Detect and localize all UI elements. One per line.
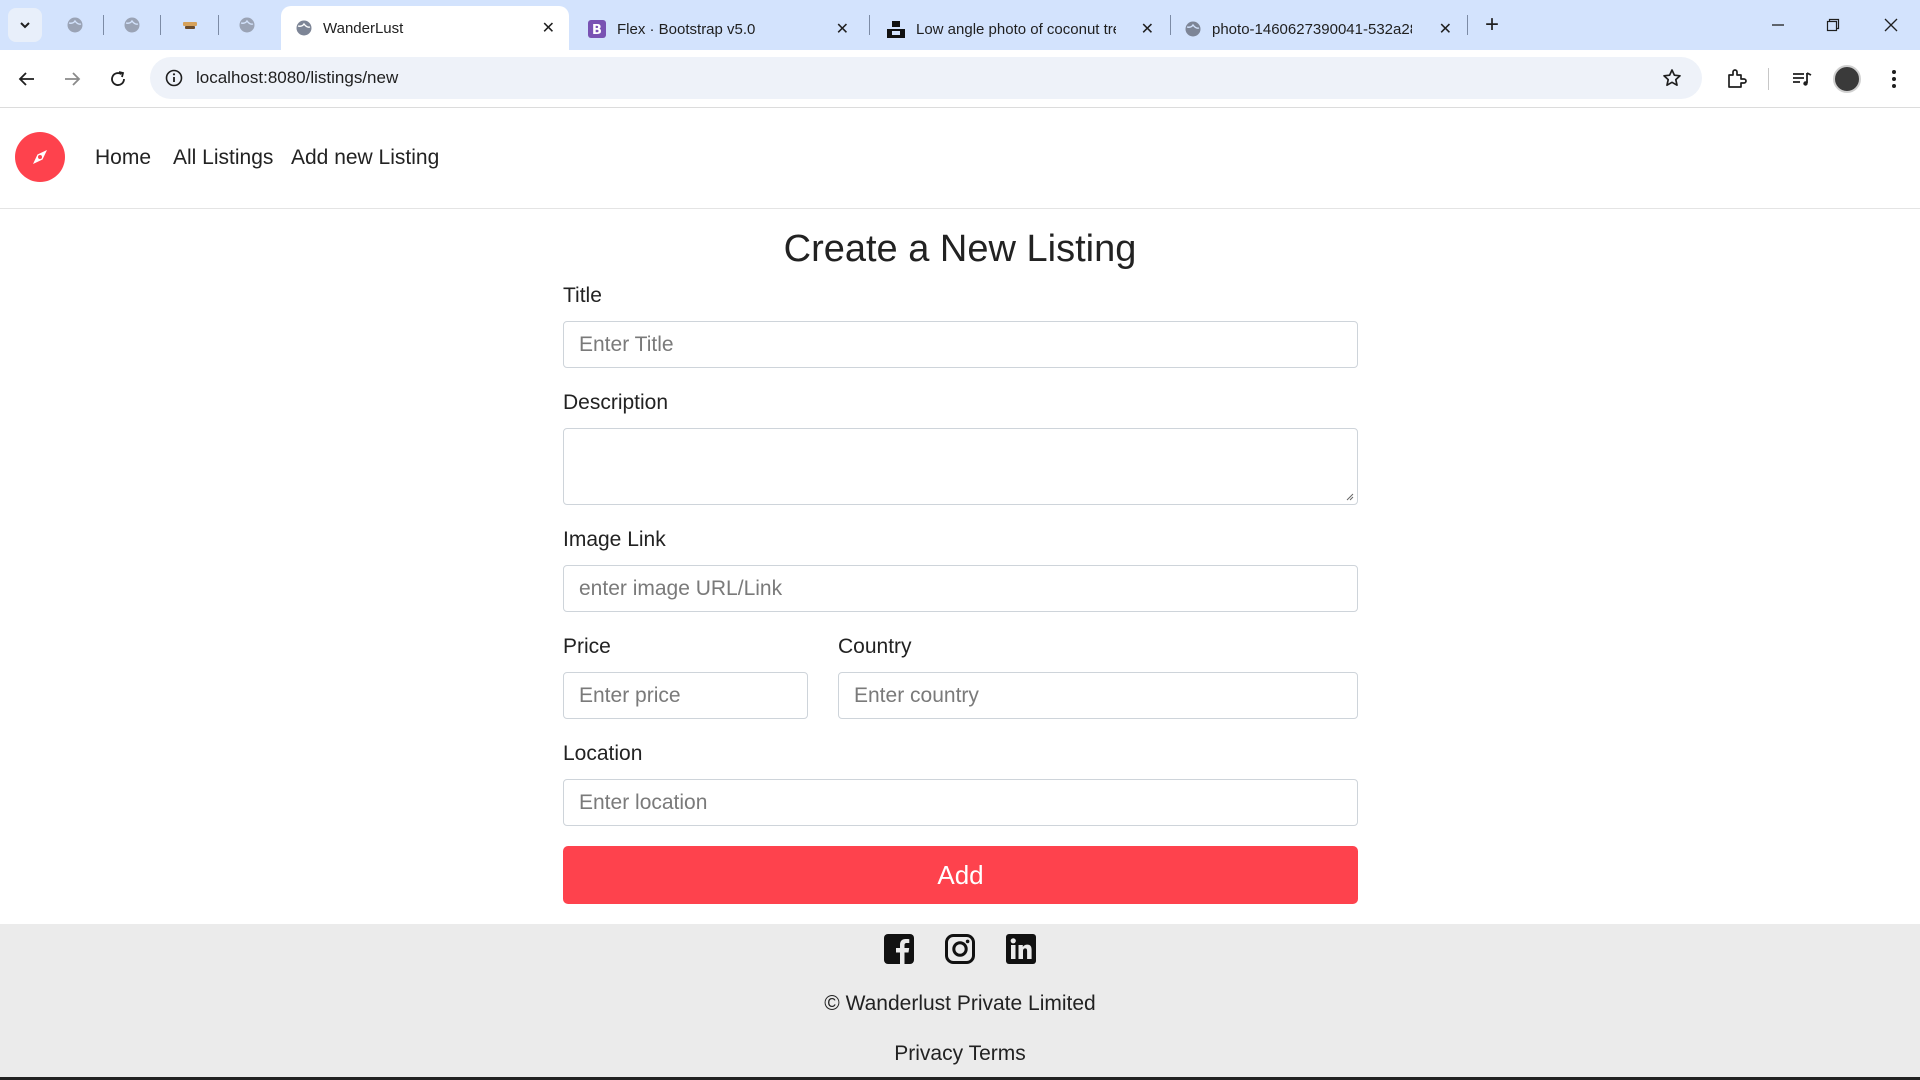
image-link-input[interactable]: enter image URL/Link: [563, 565, 1358, 612]
site-footer: © Wanderlust Private Limited Privacy Ter…: [0, 924, 1920, 1080]
tab-separator: [1467, 15, 1468, 35]
back-button[interactable]: [13, 65, 41, 93]
arrow-right-icon: [65, 72, 81, 86]
country-input[interactable]: Enter country: [838, 672, 1358, 719]
price-placeholder: Enter price: [579, 683, 681, 707]
privacy-terms-links[interactable]: Privacy Terms: [0, 1042, 1920, 1066]
linkedin-icon[interactable]: [1006, 934, 1036, 964]
globe-icon: [67, 17, 83, 33]
media-control-icon[interactable]: [1788, 65, 1816, 93]
globe-icon: [239, 17, 255, 33]
url-text[interactable]: localhost:8080/listings/new: [196, 68, 398, 88]
address-bar[interactable]: localhost:8080/listings/new: [150, 57, 1702, 99]
pinned-tab-4[interactable]: [233, 11, 261, 39]
unsplash-icon: [887, 21, 905, 38]
country-placeholder: Enter country: [854, 683, 979, 707]
toolbar-separator: [1768, 68, 1769, 90]
social-links: [0, 934, 1920, 964]
reload-button[interactable]: [104, 65, 132, 93]
bootstrap-icon: B: [588, 20, 606, 38]
site-navbar: Home All Listings Add new Listing: [0, 108, 1920, 209]
reload-icon: [111, 71, 125, 86]
restore-button[interactable]: [1817, 10, 1849, 40]
tab-separator: [218, 15, 219, 35]
brand-logo[interactable]: [15, 132, 65, 182]
tab-title: Low angle photo of coconut tre: [916, 20, 1116, 38]
chevron-down-icon: [20, 22, 30, 29]
restore-icon: [1826, 18, 1840, 32]
image-link-label: Image Link: [563, 528, 666, 551]
tab-wanderlust[interactable]: WanderLust ✕: [281, 6, 569, 50]
location-placeholder: Enter location: [579, 790, 708, 814]
title-placeholder: Enter Title: [579, 332, 674, 356]
title-label: Title: [563, 284, 602, 307]
location-input[interactable]: Enter location: [563, 779, 1358, 826]
tab-separator: [103, 15, 104, 35]
new-tab-button[interactable]: +: [1478, 12, 1506, 40]
tab-separator: [869, 15, 870, 35]
more-menu-icon[interactable]: [1880, 65, 1908, 93]
resize-grip-icon[interactable]: [1344, 491, 1354, 501]
pinned-tab-3[interactable]: [176, 11, 204, 39]
nav-add-listing-link[interactable]: Add new Listing: [291, 146, 439, 170]
app-favicon-icon: [183, 22, 197, 29]
add-button[interactable]: Add: [563, 846, 1358, 904]
price-label: Price: [563, 635, 611, 658]
compass-icon: [33, 150, 47, 164]
tab-title: photo-1460627390041-532a28: [1212, 20, 1412, 38]
svg-text:B: B: [592, 23, 602, 38]
minimize-button[interactable]: [1762, 10, 1794, 40]
arrow-left-icon: [18, 72, 34, 86]
minimize-icon: [1772, 24, 1784, 26]
close-icon: [1884, 18, 1898, 32]
close-icon[interactable]: ✕: [1439, 19, 1452, 39]
tab-search-button[interactable]: [8, 8, 42, 42]
browser-tab-strip: WanderLust ✕ B Flex · Bootstrap v5.0 ✕ L…: [0, 0, 1920, 50]
close-window-button[interactable]: [1875, 10, 1907, 40]
nav-home-link[interactable]: Home: [95, 146, 151, 170]
bookmark-star-icon[interactable]: [1660, 66, 1684, 90]
browser-toolbar: localhost:8080/listings/new: [0, 50, 1920, 108]
price-input[interactable]: Enter price: [563, 672, 808, 719]
extensions-icon[interactable]: [1722, 65, 1750, 93]
pinned-tab-1[interactable]: [61, 11, 89, 39]
instagram-icon[interactable]: [945, 934, 975, 964]
nav-all-listings-link[interactable]: All Listings: [173, 146, 273, 170]
pinned-tab-2[interactable]: [118, 11, 146, 39]
image-link-placeholder: enter image URL/Link: [579, 576, 783, 600]
close-icon[interactable]: ✕: [1141, 19, 1154, 39]
tab-bootstrap[interactable]: B Flex · Bootstrap v5.0 ✕: [573, 8, 863, 50]
profile-avatar[interactable]: [1833, 65, 1861, 93]
copyright-text: © Wanderlust Private Limited: [824, 992, 1096, 1015]
description-textarea[interactable]: [563, 428, 1358, 505]
page-title: Create a New Listing: [783, 228, 1137, 270]
location-label: Location: [563, 742, 643, 765]
close-icon[interactable]: ✕: [836, 19, 849, 39]
tab-separator: [160, 15, 161, 35]
site-info-icon[interactable]: [162, 66, 186, 90]
globe-icon: [124, 17, 140, 33]
close-icon[interactable]: ✕: [542, 18, 555, 38]
globe-icon: [296, 20, 312, 36]
tab-title: WanderLust: [323, 19, 404, 37]
tab-unsplash-photo[interactable]: Low angle photo of coconut tre ✕: [872, 8, 1168, 50]
tab-photo[interactable]: photo-1460627390041-532a28 ✕: [1170, 8, 1466, 50]
tab-title: Flex · Bootstrap v5.0: [617, 20, 756, 38]
facebook-icon[interactable]: [884, 934, 914, 964]
forward-button[interactable]: [58, 65, 86, 93]
description-label: Description: [563, 391, 669, 414]
title-input[interactable]: Enter Title: [563, 321, 1358, 368]
globe-icon: [1185, 21, 1201, 37]
country-label: Country: [838, 635, 912, 658]
